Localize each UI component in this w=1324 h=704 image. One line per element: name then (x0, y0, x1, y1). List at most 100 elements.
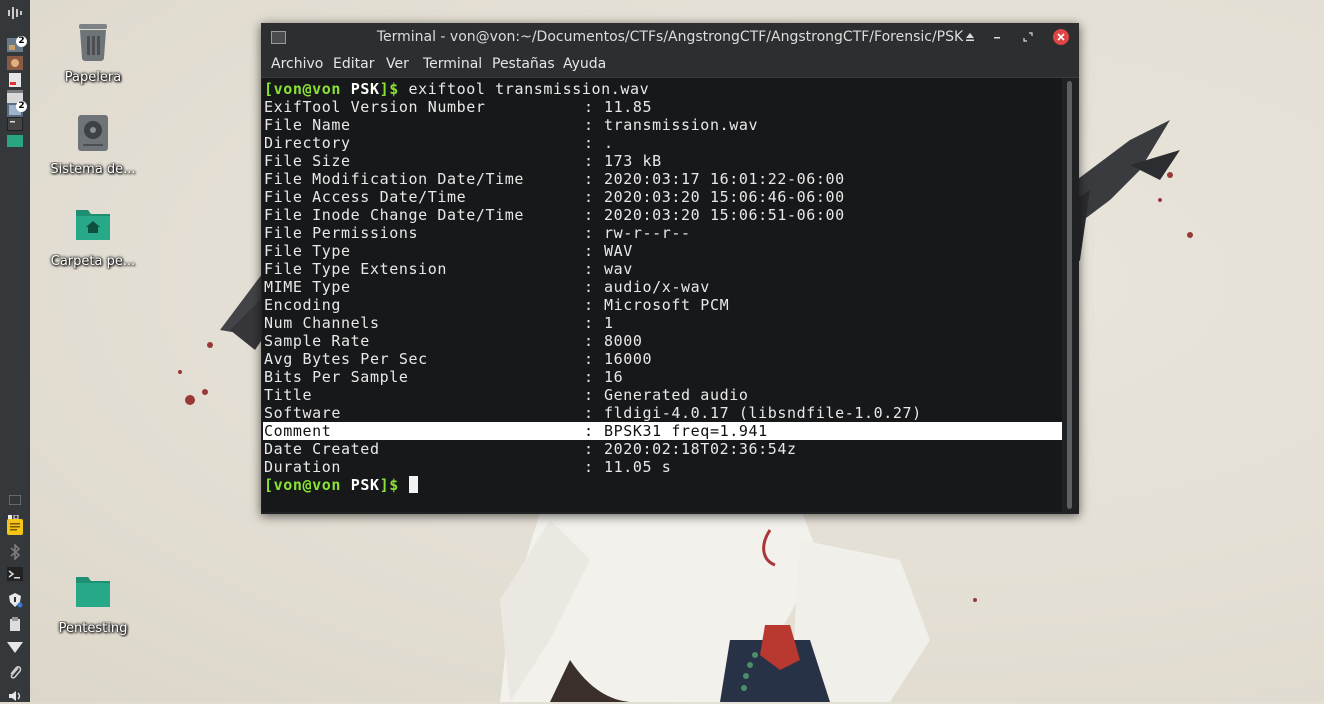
exif-row: Encoding: Microsoft PCM (264, 296, 729, 314)
exif-key: Num Channels (264, 314, 380, 332)
exif-separator: : (584, 224, 594, 242)
terminal-output[interactable]: [von@von PSK]$ exiftool transmission.wav… (262, 78, 1062, 512)
exif-separator: : (584, 404, 594, 422)
workspace-1-icon[interactable]: 2 (5, 36, 27, 53)
exif-row: File Size:173 kB (264, 152, 662, 170)
audio-visualizer-icon[interactable] (5, 5, 24, 21)
exif-value: . (604, 134, 614, 152)
folder-icon (73, 571, 113, 613)
command-text: exiftool transmission.wav (408, 80, 650, 98)
exif-row: MIME Type: audio/x-wav (264, 278, 710, 296)
exif-row: Num Channels:1 (264, 314, 614, 332)
small-window-icon[interactable] (5, 492, 24, 508)
exif-value: Generated audio (604, 386, 749, 404)
exif-key: Avg Bytes Per Sec (264, 350, 428, 368)
file-manager-task-icon[interactable] (5, 133, 24, 149)
exif-value: BPSK31 freq=1.941 (604, 422, 768, 440)
scrollbar[interactable] (1067, 81, 1072, 509)
exif-value: 8000 (604, 332, 643, 350)
exif-key: Comment (264, 422, 332, 440)
attachment-icon[interactable] (5, 664, 24, 680)
exif-key: File Name (264, 116, 351, 134)
exif-row: Directory:. (264, 134, 614, 152)
exif-value: 11.85 (604, 98, 653, 116)
exif-key: ExifTool Version Number (264, 98, 486, 116)
exif-value: 1 (604, 314, 614, 332)
desktop-icon-home-folder[interactable]: Carpeta pe... (43, 204, 143, 270)
menu-ayuda[interactable]: Ayuda (563, 51, 606, 77)
prompt-user: [von@von (264, 476, 342, 494)
terminal-task-icon[interactable] (5, 116, 24, 132)
exif-value: Microsoft PCM (604, 296, 730, 314)
shade-button[interactable] (962, 29, 978, 45)
desktop-icon-label: Carpeta pe... (50, 254, 136, 269)
document-icon[interactable] (5, 72, 24, 88)
update-shield-icon[interactable] (5, 592, 24, 608)
exif-row: Duration:11.05 s (264, 458, 671, 476)
side-panel: 2 2 (0, 0, 30, 702)
desktop-icon-label: Pentesting (58, 621, 128, 636)
exif-separator: : (584, 116, 594, 134)
desktop-icon-filesystem[interactable]: Sistema de... (43, 112, 143, 178)
prompt-end: ]$ (379, 80, 399, 98)
desktop-icon-trash[interactable]: Papelera (43, 20, 143, 86)
exif-value: wav (604, 260, 633, 278)
prompt-dir: PSK (350, 476, 380, 494)
exif-key: File Access Date/Time (264, 188, 467, 206)
exif-row: Title: Generated audio (264, 386, 748, 404)
exif-row: Bits Per Sample:16 (264, 368, 623, 386)
menu-archivo[interactable]: Archivo (271, 51, 323, 77)
exif-separator: : (584, 98, 594, 116)
clipboard-icon[interactable] (5, 616, 24, 632)
exif-key: File Type Extension (264, 260, 447, 278)
maximize-button[interactable] (1020, 29, 1036, 45)
exif-row: File Modification Date/Time:2020:03:17 1… (264, 170, 845, 188)
exif-value: transmission.wav (604, 116, 759, 134)
terminal-window[interactable]: Terminal - von@von:~/Documentos/CTFs/Ang… (261, 23, 1079, 514)
exif-key: File Type (264, 242, 351, 260)
exif-separator: : (584, 422, 594, 440)
exif-separator: : (584, 314, 594, 332)
exif-value: audio/x-wav (604, 278, 710, 296)
close-icon (1057, 33, 1065, 41)
command-line: [von@von PSK]$ exiftool transmission.wav (264, 80, 649, 98)
exif-key: Directory (264, 134, 351, 152)
menu-editar[interactable]: Editar (333, 51, 374, 77)
exif-value: 173 kB (604, 152, 662, 170)
exif-key: Title (264, 386, 313, 404)
exif-separator: : (584, 278, 594, 296)
menu-terminal[interactable]: Terminal (423, 51, 482, 77)
exif-key: Sample Rate (264, 332, 370, 350)
title-bar[interactable]: Terminal - von@von:~/Documentos/CTFs/Ang… (261, 23, 1079, 51)
prompt-user: [von@von (264, 80, 342, 98)
close-button[interactable] (1053, 29, 1069, 45)
maximize-icon (1023, 32, 1033, 42)
exif-value: 2020:03:20 15:06:46-06:00 (604, 188, 845, 206)
exif-value: WAV (604, 242, 633, 260)
app-thumbnail-icon[interactable] (5, 55, 24, 71)
exif-row: Date Created:2020:02:18T02:36:54z (264, 440, 797, 458)
exif-row: ExifTool Version Number:11.85 (264, 98, 652, 116)
exif-separator: : (584, 260, 594, 278)
desktop-icon-pentesting[interactable]: Pentesting (43, 571, 143, 637)
exif-key: Software (264, 404, 342, 422)
exif-separator: : (584, 368, 594, 386)
exif-key: File Modification Date/Time (264, 170, 525, 188)
exif-value: 16 (604, 368, 624, 386)
exif-row: File Type: WAV (264, 242, 633, 260)
wifi-icon[interactable] (5, 640, 24, 656)
exif-key: MIME Type (264, 278, 351, 296)
terminal-launcher-icon[interactable] (5, 566, 24, 582)
minimize-button[interactable] (989, 29, 1005, 45)
exif-value: 2020:03:20 15:06:51-06:00 (604, 206, 845, 224)
menu-pestanas[interactable]: Pestañas (492, 51, 555, 77)
bluetooth-icon[interactable] (5, 544, 24, 560)
text-cursor (408, 476, 418, 493)
menu-ver[interactable]: Ver (386, 51, 409, 77)
trash-icon (73, 20, 113, 62)
exif-row: Software: fldigi-4.0.17 (libsndfile-1.0.2… (264, 404, 922, 422)
exif-key: File Inode Change Date/Time (264, 206, 525, 224)
notes-icon[interactable] (5, 519, 24, 535)
exif-row: Comment: BPSK31 freq=1.941 (263, 422, 1062, 440)
exif-separator: : (584, 440, 594, 458)
